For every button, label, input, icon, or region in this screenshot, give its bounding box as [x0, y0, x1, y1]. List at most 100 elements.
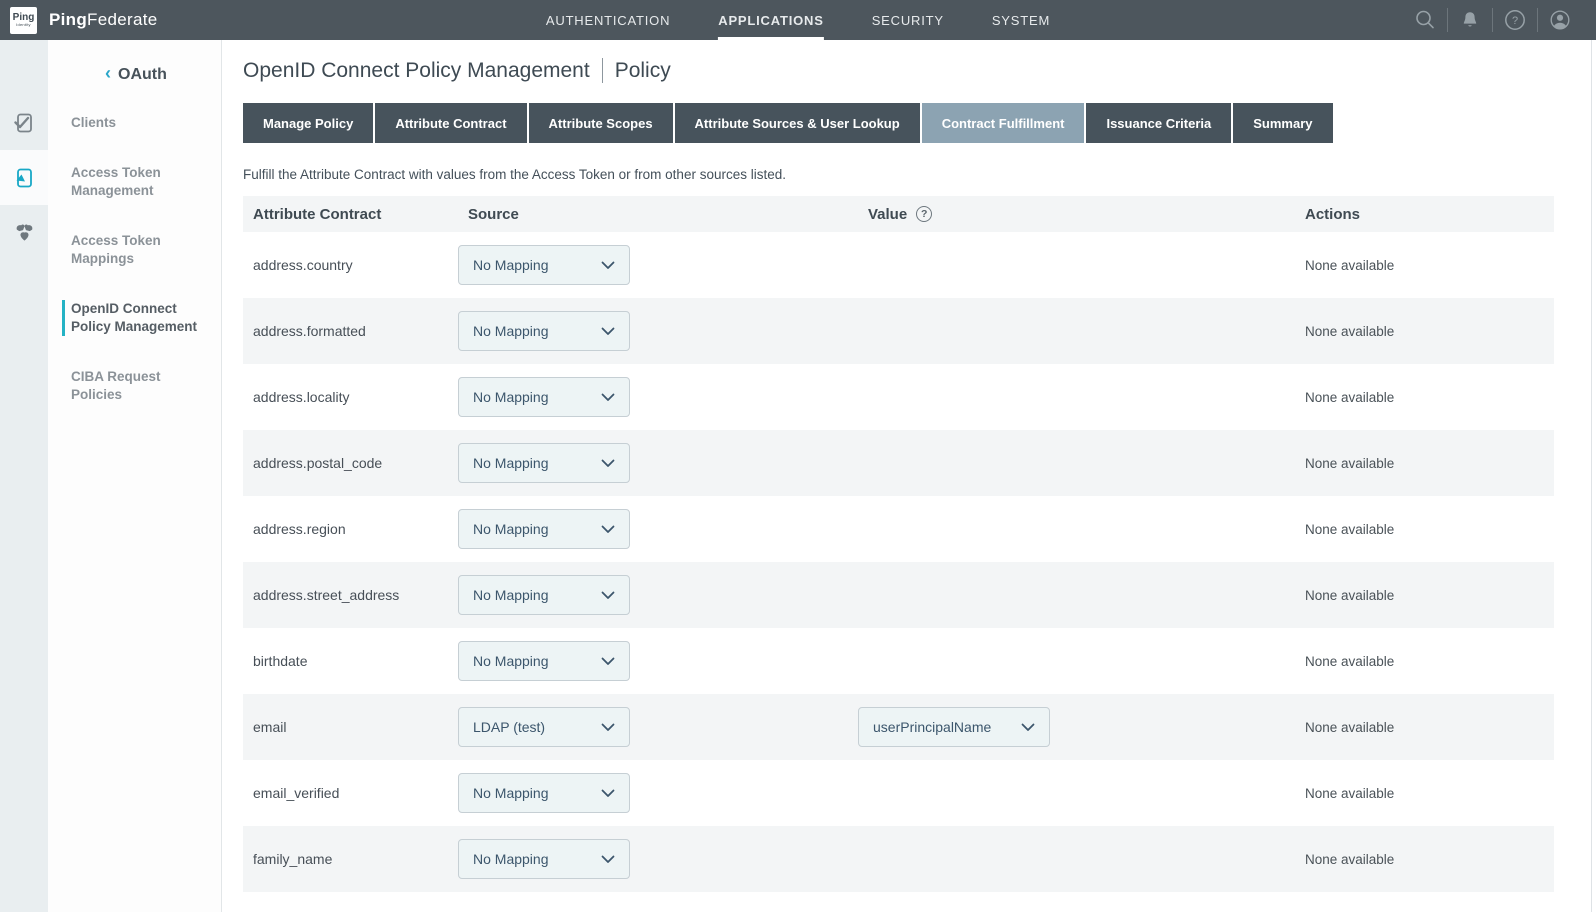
source-select-value: No Mapping — [473, 653, 549, 669]
source-select[interactable]: No Mapping — [458, 245, 630, 285]
header-actions: Actions — [1295, 206, 1554, 223]
nav-security[interactable]: SECURITY — [872, 0, 944, 40]
tab-manage-policy[interactable]: Manage Policy — [243, 103, 373, 143]
value-help-icon[interactable]: ? — [916, 206, 932, 222]
notifications-bell-icon[interactable] — [1459, 9, 1481, 31]
chevron-down-icon — [601, 459, 615, 468]
source-select-value: No Mapping — [473, 455, 549, 471]
source-select-value: No Mapping — [473, 323, 549, 339]
source-select-value: No Mapping — [473, 257, 549, 273]
source-select[interactable]: LDAP (test) — [458, 707, 630, 747]
icon-rail — [0, 40, 48, 912]
table-body: address.country No Mapping None availabl… — [243, 232, 1554, 892]
actions-cell: None available — [1295, 588, 1554, 603]
table-header: Attribute Contract Source Value ? Action… — [243, 196, 1554, 232]
source-select-value: No Mapping — [473, 521, 549, 537]
sidebar-nav: Clients Access Token Management Access T… — [48, 114, 221, 404]
attribute-name: email — [243, 719, 458, 735]
source-cell: LDAP (test) — [458, 707, 858, 747]
ping-logo: Ping Identity — [10, 7, 37, 34]
top-bar: Ping Identity PingFederate AUTHENTICATIO… — [0, 0, 1596, 40]
source-cell: No Mapping — [458, 575, 858, 615]
source-select-value: No Mapping — [473, 785, 549, 801]
nav-authentication[interactable]: AUTHENTICATION — [546, 0, 670, 40]
source-select[interactable]: No Mapping — [458, 377, 630, 417]
page-description: Fulfill the Attribute Contract with valu… — [243, 167, 1554, 182]
sidebar-item-access-token-mappings[interactable]: Access Token Mappings — [48, 232, 221, 268]
actions-cell: None available — [1295, 786, 1554, 801]
attribute-name: address.postal_code — [243, 455, 458, 471]
source-select[interactable]: No Mapping — [458, 641, 630, 681]
chevron-down-icon — [601, 723, 615, 732]
account-avatar-icon[interactable] — [1549, 9, 1571, 31]
app-shell: ‹ OAuth Clients Access Token Management … — [0, 40, 1596, 912]
source-cell: No Mapping — [458, 509, 858, 549]
attribute-name: address.locality — [243, 389, 458, 405]
attribute-name: birthdate — [243, 653, 458, 669]
tab-issuance-criteria[interactable]: Issuance Criteria — [1086, 103, 1231, 143]
nav-applications[interactable]: APPLICATIONS — [718, 0, 823, 40]
tab-attribute-sources-user-lookup[interactable]: Attribute Sources & User Lookup — [675, 103, 920, 143]
help-icon[interactable]: ? — [1504, 9, 1526, 31]
tab-contract-fulfillment[interactable]: Contract Fulfillment — [922, 103, 1085, 143]
attribute-name: address.country — [243, 257, 458, 273]
header-source: Source — [458, 206, 858, 223]
chevron-down-icon — [601, 657, 615, 666]
table-row: address.country No Mapping None availabl… — [243, 232, 1554, 298]
tab-attribute-contract[interactable]: Attribute Contract — [375, 103, 526, 143]
oauth-back-link[interactable]: ‹ OAuth — [48, 63, 221, 84]
nav-system[interactable]: SYSTEM — [992, 0, 1050, 40]
page-title-primary: OpenID Connect Policy Management — [243, 59, 590, 83]
chevron-down-icon — [601, 261, 615, 270]
brand-title: PingFederate — [49, 10, 157, 30]
ping-logo-subtext: Identity — [16, 23, 31, 27]
source-select-value: No Mapping — [473, 389, 549, 405]
table-row: address.region No Mapping None available — [243, 496, 1554, 562]
actions-cell: None available — [1295, 654, 1554, 669]
table-row: address.postal_code No Mapping None avai… — [243, 430, 1554, 496]
attribute-name: address.street_address — [243, 587, 458, 603]
fulfillment-table: Attribute Contract Source Value ? Action… — [243, 196, 1554, 892]
actions-cell: None available — [1295, 390, 1554, 405]
attribute-name: address.formatted — [243, 323, 458, 339]
search-icon[interactable] — [1414, 9, 1436, 31]
sidebar-item-ciba-request-policies[interactable]: CIBA Request Policies — [48, 368, 221, 404]
chevron-left-icon: ‹ — [105, 63, 111, 84]
sidebar-item-access-token-management[interactable]: Access Token Management — [48, 164, 221, 200]
actions-cell: None available — [1295, 258, 1554, 273]
chevron-down-icon — [601, 789, 615, 798]
topbar-icons: ? — [1403, 0, 1582, 40]
top-navigation: AUTHENTICATION APPLICATIONS SECURITY SYS… — [546, 0, 1050, 40]
table-row: birthdate No Mapping None available — [243, 628, 1554, 694]
access-token-icon[interactable] — [0, 150, 48, 205]
svg-text:?: ? — [1512, 15, 1518, 27]
tab-attribute-scopes[interactable]: Attribute Scopes — [529, 103, 673, 143]
source-select[interactable]: No Mapping — [458, 575, 630, 615]
source-select[interactable]: No Mapping — [458, 311, 630, 351]
actions-cell: None available — [1295, 852, 1554, 867]
tab-summary[interactable]: Summary — [1233, 103, 1332, 143]
scrollbar-edge — [1591, 40, 1592, 912]
sidebar-item-openid-connect-policy-management[interactable]: OpenID Connect Policy Management — [62, 300, 221, 336]
chevron-down-icon — [601, 327, 615, 336]
header-value: Value ? — [858, 206, 1295, 223]
header-value-label: Value — [868, 206, 907, 223]
source-select[interactable]: No Mapping — [458, 773, 630, 813]
icon-divider — [1447, 8, 1448, 32]
source-select[interactable]: No Mapping — [458, 509, 630, 549]
table-row: address.locality No Mapping None availab… — [243, 364, 1554, 430]
sidebar-item-clients[interactable]: Clients — [48, 114, 221, 132]
source-select[interactable]: No Mapping — [458, 443, 630, 483]
sidebar: ‹ OAuth Clients Access Token Management … — [48, 40, 222, 912]
value-select[interactable]: userPrincipalName — [858, 707, 1050, 747]
chevron-down-icon — [601, 393, 615, 402]
title-divider — [602, 58, 603, 83]
source-select[interactable]: No Mapping — [458, 839, 630, 879]
page-title-secondary: Policy — [615, 59, 671, 83]
mappings-icon[interactable] — [0, 205, 48, 260]
source-cell: No Mapping — [458, 377, 858, 417]
clients-icon[interactable] — [0, 95, 48, 150]
actions-cell: None available — [1295, 456, 1554, 471]
source-select-value: No Mapping — [473, 587, 549, 603]
value-cell: userPrincipalName — [858, 707, 1295, 747]
